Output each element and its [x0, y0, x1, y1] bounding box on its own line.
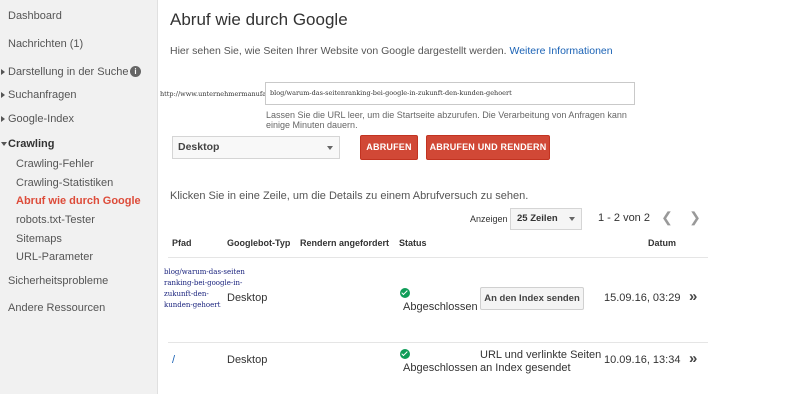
row-action-status: URL und verlinkte Seiten an Index gesend…: [480, 349, 601, 375]
intro-text: Hier sehen Sie, wie Seiten Ihrer Website…: [170, 45, 613, 57]
sidebar-item-security[interactable]: Sicherheitsprobleme: [8, 275, 108, 287]
sidebar-item-search-traffic[interactable]: Suchanfragen: [8, 89, 77, 101]
sidebar-item-search-appearance[interactable]: Darstellung in der Suche: [8, 66, 128, 78]
sidebar-item-dashboard[interactable]: Dashboard: [8, 10, 62, 22]
divider: [168, 257, 708, 258]
device-select[interactable]: Desktop: [172, 136, 340, 159]
url-input[interactable]: blog/warum-das-seitenranking-bei-google-…: [265, 82, 635, 105]
next-page-icon[interactable]: ❯: [682, 206, 708, 230]
sidebar-item-sitemaps[interactable]: Sitemaps: [16, 233, 62, 245]
sidebar-item-crawl-errors[interactable]: Crawling-Fehler: [16, 158, 94, 170]
device-select-value: Desktop: [178, 141, 220, 153]
row-status: Abgeschlossen: [403, 362, 478, 374]
sidebar-item-messages[interactable]: Nachrichten (1): [8, 38, 83, 50]
expand-caret-icon[interactable]: [1, 92, 5, 98]
expand-caret-icon[interactable]: [1, 116, 5, 122]
sidebar-item-crawl[interactable]: Crawling: [8, 138, 54, 150]
chevron-down-icon: [569, 217, 575, 221]
url-hint: Lassen Sie die URL leer, um die Startsei…: [266, 110, 627, 130]
sidebar-item-url-params[interactable]: URL-Parameter: [16, 251, 93, 263]
submit-to-index-button[interactable]: An den Index senden: [480, 287, 584, 310]
sidebar-item-other-resources[interactable]: Andere Ressourcen: [8, 302, 105, 314]
row-path-link[interactable]: blog/warum-das-seiten ranking-bei-google…: [164, 267, 245, 311]
row-details-chevron-icon[interactable]: »: [689, 288, 697, 305]
divider: [168, 342, 708, 343]
page-title: Abruf wie durch Google: [170, 10, 348, 29]
click-hint: Klicken Sie in eine Zeile, um die Detail…: [170, 190, 529, 202]
fetch-button[interactable]: ABRUFEN: [360, 135, 418, 160]
column-header-path[interactable]: Pfad: [172, 238, 192, 248]
collapse-caret-icon[interactable]: [1, 142, 7, 146]
rows-per-page-select[interactable]: 25 Zeilen: [510, 208, 582, 230]
row-status: Abgeschlossen: [403, 301, 478, 313]
sidebar: Dashboard Nachrichten (1) Darstellung in…: [0, 0, 158, 394]
sidebar-item-fetch-as-google[interactable]: Abruf wie durch Google: [16, 195, 141, 207]
pager-range: 1 - 2 von 2: [598, 212, 650, 224]
sidebar-item-google-index[interactable]: Google-Index: [8, 113, 74, 125]
column-header-googlebot[interactable]: Googlebot-Typ: [227, 238, 290, 248]
check-circle-icon: [400, 349, 410, 359]
sidebar-item-robots-tester[interactable]: robots.txt-Tester: [16, 214, 95, 226]
row-date: 10.09.16, 13:34: [604, 354, 681, 366]
row-action-line: an Index gesendet: [480, 362, 571, 374]
row-path-link[interactable]: /: [172, 354, 175, 366]
row-details-chevron-icon[interactable]: »: [689, 350, 697, 367]
expand-caret-icon[interactable]: [1, 69, 5, 75]
column-header-render[interactable]: Rendern angefordert: [300, 238, 389, 248]
row-action-line: URL und verlinkte Seiten: [480, 349, 602, 361]
intro-description: Hier sehen Sie, wie Seiten Ihrer Website…: [170, 45, 507, 57]
info-icon[interactable]: i: [130, 66, 141, 77]
row-googlebot: Desktop: [227, 292, 268, 304]
fetch-and-render-button[interactable]: ABRUFEN UND RENDERN: [426, 135, 550, 160]
row-date: 15.09.16, 03:29: [604, 292, 681, 304]
row-path-line: blog/warum-das-seiten: [164, 268, 245, 276]
column-header-date[interactable]: Datum: [648, 238, 676, 248]
row-path-line: ranking-bei-google-in-: [164, 279, 243, 287]
sidebar-item-crawl-stats[interactable]: Crawling-Statistiken: [16, 177, 113, 189]
chevron-down-icon: [327, 146, 333, 150]
previous-page-icon[interactable]: ❮: [654, 206, 680, 230]
show-label: Anzeigen: [470, 214, 508, 224]
row-googlebot: Desktop: [227, 354, 268, 366]
column-header-status[interactable]: Status: [399, 238, 427, 248]
more-info-link[interactable]: Weitere Informationen: [510, 45, 613, 57]
check-circle-icon: [400, 288, 410, 298]
rows-select-value: 25 Zeilen: [517, 213, 558, 224]
